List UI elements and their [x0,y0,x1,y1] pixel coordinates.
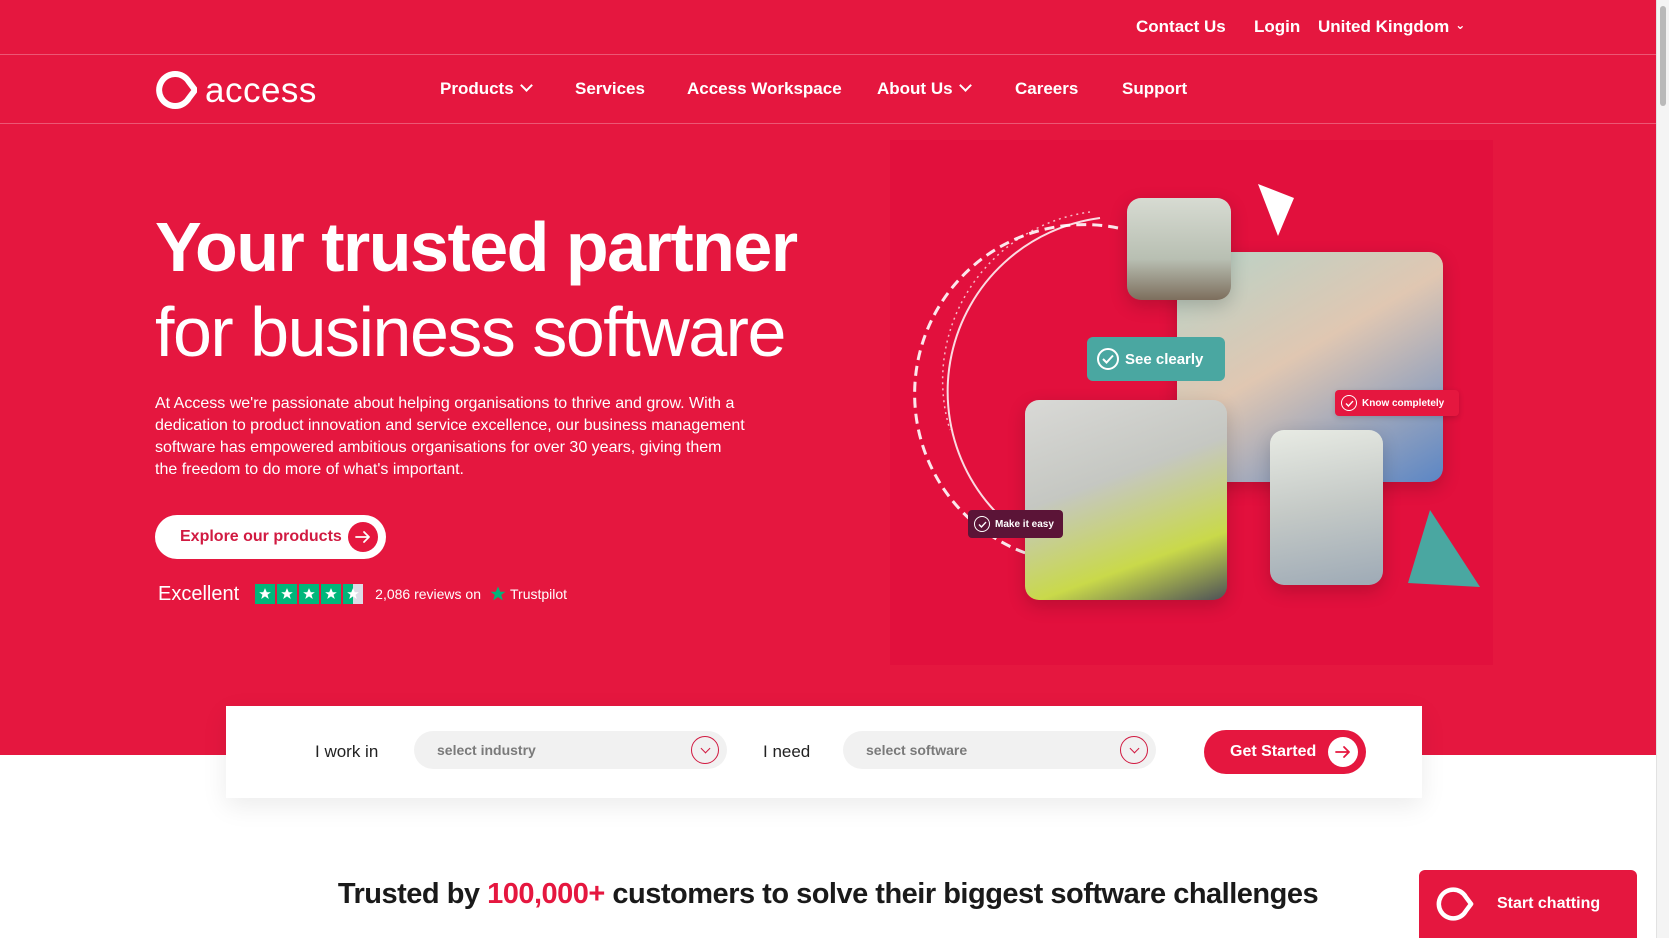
make-it-easy-tag: Make it easy [968,510,1063,538]
hero-title-line-2: for business software [155,293,786,371]
software-placeholder: select software [866,742,968,758]
software-label: I need [763,742,811,761]
nav-careers[interactable]: Careers [1015,79,1078,99]
get-started-button[interactable]: Get Started [1204,730,1366,774]
country-selector[interactable]: United Kingdom ⌄ [1318,17,1465,37]
trustpilot-brand: Trustpilot [510,586,568,602]
explore-products-button[interactable]: Explore our products [155,515,386,559]
nav-products-label: Products [440,79,514,98]
hero-description: At Access we're passionate about helping… [155,395,745,478]
nav-access-workspace[interactable]: Access Workspace [687,79,842,99]
office-worker-photo [1127,198,1231,300]
chevron-down-icon [958,79,972,92]
know-completely-tag: Know completely [1335,390,1459,416]
page-scrollbar[interactable] [1656,0,1669,938]
industry-label: I work in [315,742,379,761]
utility-bar: Contact Us Login United Kingdom ⌄ [0,0,1656,55]
trustpilot-widget[interactable]: Excellent 2,086 reviews on Trustpilot [158,582,567,606]
teal-triangle-shape [1408,510,1480,587]
construction-workers-photo [1025,400,1227,600]
industry-placeholder: select industry [437,742,536,758]
chevron-down-icon [1120,736,1148,764]
chevron-down-icon: ⌄ [1455,18,1466,32]
scrollbar-thumb[interactable] [1660,6,1666,106]
software-finder: I work in select industry I need select … [226,706,1422,798]
white-triangle-shape [1258,184,1294,236]
get-started-label: Get Started [1230,743,1317,760]
contact-us-link[interactable]: Contact Us [1136,17,1226,37]
chevron-down-icon [519,79,533,92]
country-label: United Kingdom [1318,17,1450,36]
access-logo-icon [156,70,197,109]
nav-services[interactable]: Services [575,79,645,99]
login-link[interactable]: Login [1254,17,1300,37]
star-icon [299,584,320,604]
trustpilot-logo: Trustpilot [489,585,567,603]
make-it-easy-label: Make it easy [995,518,1054,530]
star-icon [321,584,342,604]
start-chatting-button[interactable]: Start chatting [1419,870,1637,938]
nav-about-label: About Us [877,79,953,98]
nav-products[interactable]: Products [440,79,533,99]
software-select[interactable]: select software [843,731,1156,769]
customer-count: 100,000+ [487,878,605,910]
trustpilot-star-icon [490,586,506,601]
star-icon [255,584,276,604]
hero-title-line-1: Your trusted partner [155,208,798,286]
half-star-icon [343,584,364,604]
explore-products-label: Explore our products [180,528,342,545]
main-navigation: access Products Services Access Workspac… [0,55,1656,124]
logo-wordmark: access [205,70,317,110]
nav-about-us[interactable]: About Us [877,79,972,99]
trusted-suffix: customers to solve their biggest softwar… [604,878,1319,910]
arrow-right-icon [348,522,378,552]
check-circle-icon [1341,395,1357,411]
check-circle-icon [974,516,990,532]
trustpilot-stars [255,584,364,604]
start-chatting-label: Start chatting [1497,895,1601,912]
industry-select[interactable]: select industry [414,731,727,769]
nav-support[interactable]: Support [1122,79,1187,99]
access-logo[interactable]: access [155,70,317,110]
chat-logo-icon [1436,887,1474,921]
see-clearly-label: See clearly [1125,350,1204,368]
arrow-right-icon [1328,737,1358,767]
know-completely-label: Know completely [1362,397,1445,409]
star-icon [277,584,298,604]
check-circle-icon [1097,348,1119,370]
see-clearly-tag: See clearly [1087,337,1225,381]
trustpilot-review-count: 2,086 reviews on [375,586,481,602]
trustpilot-rating-label: Excellent [158,582,240,605]
chevron-down-icon [691,736,719,764]
trusted-by-heading: Trusted by 100,000+ customers to solve t… [0,878,1656,911]
woman-with-phone-photo [1270,430,1383,585]
trusted-prefix: Trusted by [337,878,488,910]
hero-illustration: See clearly Know completely Make it easy [890,140,1493,665]
